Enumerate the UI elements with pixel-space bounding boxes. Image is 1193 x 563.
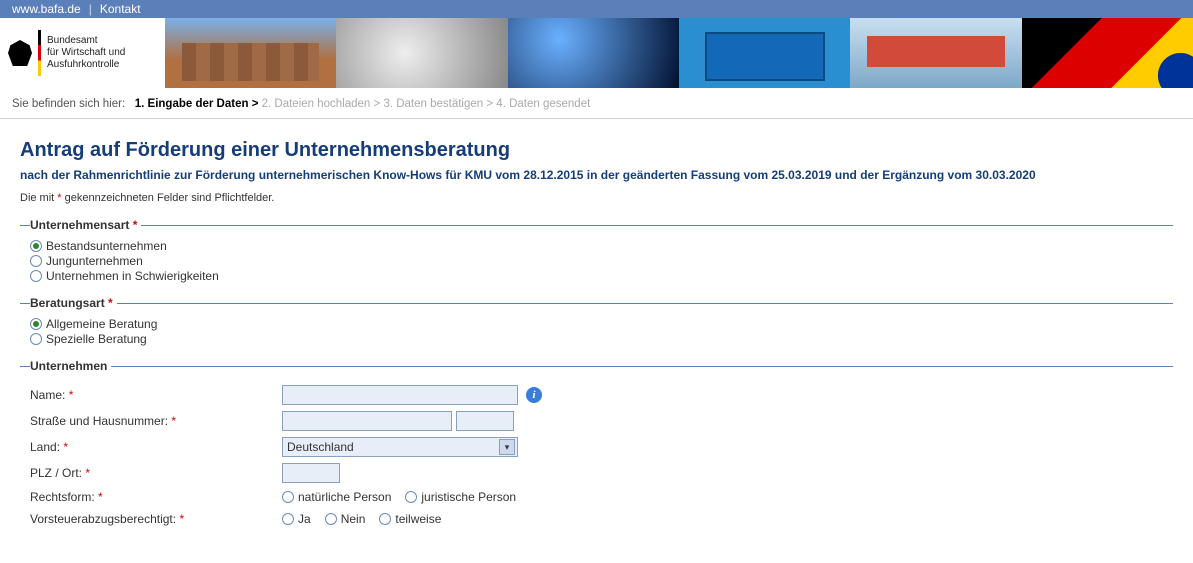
separator: | <box>89 2 92 16</box>
logo-line3: Ausfuhrkontrolle <box>47 59 125 71</box>
fieldset-unternehmen: Unternehmen Name: * i Straße und Hausnum… <box>20 359 1173 533</box>
input-plz[interactable] <box>282 463 340 483</box>
label-strasse: Straße und Hausnummer: * <box>30 414 282 428</box>
radio-icon <box>379 513 391 525</box>
legend-unternehmen: Unternehmen <box>30 359 111 373</box>
radio-juristische-person[interactable]: juristische Person <box>405 490 516 504</box>
radio-label: Bestandsunternehmen <box>46 239 167 253</box>
breadcrumb-step-3: 3. Daten bestätigen > <box>383 98 493 110</box>
label-name: Name: * <box>30 388 282 402</box>
legend-unternehmensart: Unternehmensart * <box>30 218 141 232</box>
input-strasse[interactable] <box>282 411 452 431</box>
radio-label: Unternehmen in Schwierigkeiten <box>46 269 219 283</box>
banner-image <box>850 18 1021 88</box>
input-name[interactable] <box>282 385 518 405</box>
radio-icon <box>30 255 42 267</box>
page-title: Antrag auf Förderung einer Unternehmensb… <box>20 139 1173 162</box>
breadcrumb-step-1: 1. Eingabe der Daten > <box>135 98 259 110</box>
radio-icon <box>282 491 294 503</box>
page-subtitle: nach der Rahmenrichtlinie zur Förderung … <box>20 168 1173 182</box>
banner-image <box>679 18 850 88</box>
radio-label: Ja <box>298 512 311 526</box>
radio-vorsteuer-nein[interactable]: Nein <box>325 512 366 526</box>
banner-image <box>508 18 679 88</box>
label-rechtsform: Rechtsform: * <box>30 490 282 504</box>
radio-icon <box>30 240 42 252</box>
required-hint: Die mit * gekennzeichneten Felder sind P… <box>20 192 1173 204</box>
radio-label: Allgemeine Beratung <box>46 317 157 331</box>
legend-beratungsart: Beratungsart * <box>30 296 117 310</box>
select-value: Deutschland <box>287 440 354 454</box>
radio-bestandsunternehmen[interactable]: Bestandsunternehmen <box>30 239 1173 253</box>
content: Antrag auf Förderung einer Unternehmensb… <box>0 119 1193 557</box>
radio-icon <box>30 318 42 330</box>
info-icon[interactable]: i <box>526 387 542 403</box>
breadcrumb-prefix: Sie befinden sich hier: <box>12 98 125 110</box>
radio-vorsteuer-teilweise[interactable]: teilweise <box>379 512 441 526</box>
radio-label: teilweise <box>395 512 441 526</box>
radio-natuerliche-person[interactable]: natürliche Person <box>282 490 391 504</box>
radio-label: juristische Person <box>421 490 516 504</box>
radio-unternehmen-schwierigkeiten[interactable]: Unternehmen in Schwierigkeiten <box>30 269 1173 283</box>
contact-link[interactable]: Kontakt <box>100 2 141 16</box>
header-banner: Bundesamt für Wirtschaft und Ausfuhrkont… <box>0 18 1193 88</box>
top-bar: www.bafa.de | Kontakt <box>0 0 1193 18</box>
radio-label: Spezielle Beratung <box>46 332 147 346</box>
radio-label: Nein <box>341 512 366 526</box>
banner-images <box>165 18 1193 88</box>
banner-image <box>165 18 336 88</box>
radio-label: Jungunternehmen <box>46 254 143 268</box>
radio-icon <box>282 513 294 525</box>
eagle-icon <box>8 40 32 66</box>
label-land: Land: * <box>30 440 282 454</box>
breadcrumb: Sie befinden sich hier: 1. Eingabe der D… <box>0 88 1193 119</box>
logo-text: Bundesamt für Wirtschaft und Ausfuhrkont… <box>47 35 125 71</box>
logo-line1: Bundesamt <box>47 35 125 47</box>
fieldset-beratungsart: Beratungsart * Allgemeine Beratung Spezi… <box>20 296 1173 347</box>
breadcrumb-step-4: 4. Daten gesendet <box>496 98 590 110</box>
banner-image <box>1022 18 1193 88</box>
select-land[interactable]: Deutschland ▾ <box>282 437 518 457</box>
radio-allgemeine-beratung[interactable]: Allgemeine Beratung <box>30 317 1173 331</box>
logo: Bundesamt für Wirtschaft und Ausfuhrkont… <box>0 18 165 88</box>
radio-spezielle-beratung[interactable]: Spezielle Beratung <box>30 332 1173 346</box>
radio-label: natürliche Person <box>298 490 391 504</box>
label-plz-ort: PLZ / Ort: * <box>30 466 282 480</box>
radio-vorsteuer-ja[interactable]: Ja <box>282 512 311 526</box>
radio-jungunternehmen[interactable]: Jungunternehmen <box>30 254 1173 268</box>
radio-icon <box>325 513 337 525</box>
logo-line2: für Wirtschaft und <box>47 47 125 59</box>
fieldset-unternehmensart: Unternehmensart * Bestandsunternehmen Ju… <box>20 218 1173 284</box>
label-vorsteuer: Vorsteuerabzugsberechtigt: * <box>30 512 282 526</box>
banner-image <box>336 18 507 88</box>
input-hausnummer[interactable] <box>456 411 514 431</box>
radio-icon <box>30 270 42 282</box>
breadcrumb-step-2: 2. Dateien hochladen > <box>262 98 381 110</box>
flag-bar-icon <box>38 30 41 76</box>
radio-icon <box>405 491 417 503</box>
site-link[interactable]: www.bafa.de <box>12 2 81 16</box>
radio-icon <box>30 333 42 345</box>
chevron-down-icon: ▾ <box>499 439 515 455</box>
